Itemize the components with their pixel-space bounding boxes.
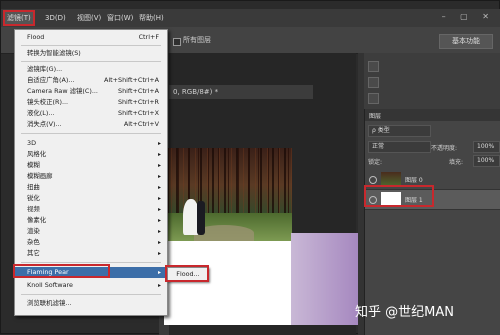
menu-help[interactable]: 帮助(H) xyxy=(137,12,166,24)
flood-submenu-highlight xyxy=(165,265,209,282)
submenu-arrow-icon: ▸ xyxy=(157,228,161,235)
all-layers-label: 所有图层 xyxy=(183,36,211,44)
menu-item-3d[interactable]: 3D ▸ xyxy=(15,138,167,149)
submenu-arrow-icon: ▸ xyxy=(157,151,161,158)
menu-item-filter-gallery[interactable]: 滤镜库(G)... xyxy=(15,64,167,75)
layer-filter-kind[interactable]: ρ 类型 xyxy=(368,125,431,137)
submenu-arrow-icon: ▸ xyxy=(157,206,161,213)
menu-item-knoll-software[interactable]: Knoll Software ▸ xyxy=(15,280,167,291)
menu-item-browse-online-filters[interactable]: 浏览联机滤镜... xyxy=(15,298,167,309)
menu-item-convert-smart-filter[interactable]: 转换为智能滤镜(S) xyxy=(15,48,167,59)
menu-item-vanishing-point[interactable]: 消失点(V)... Alt+Ctrl+V xyxy=(15,119,167,130)
submenu-arrow-icon: ▸ xyxy=(157,239,161,246)
submenu-arrow-icon: ▸ xyxy=(157,195,161,202)
menu-item-render[interactable]: 渲染 ▸ xyxy=(15,226,167,237)
menu-item-other[interactable]: 其它 ▸ xyxy=(15,248,167,259)
fill-label: 填充: xyxy=(449,159,464,166)
all-layers-checkbox[interactable] xyxy=(173,38,181,46)
photoshop-window: 滤镜(T) 3D(D) 视图(V) 窗口(W) 帮助(H) – ▢ ✕ 所有图层… xyxy=(0,0,500,335)
menu-filter[interactable]: 滤镜(T) xyxy=(3,10,35,26)
panel-icon[interactable] xyxy=(368,77,379,88)
window-controls[interactable]: – ▢ ✕ xyxy=(442,12,495,21)
lock-label: 锁定: xyxy=(368,159,383,166)
menu-view[interactable]: 视图(V) xyxy=(75,12,103,24)
menu-separator xyxy=(21,294,161,295)
menu-item-video[interactable]: 视频 ▸ xyxy=(15,204,167,215)
submenu-arrow-icon: ▸ xyxy=(157,173,161,180)
document-tab[interactable]: 0, RGB/8#) * xyxy=(169,85,313,99)
menu-3d[interactable]: 3D(D) xyxy=(43,12,68,24)
fill-value[interactable]: 100% xyxy=(473,155,500,167)
panel-icons-area xyxy=(364,53,500,109)
submenu-arrow-icon: ▸ xyxy=(157,162,161,169)
menu-item-blur-gallery[interactable]: 模糊画廊 ▸ xyxy=(15,171,167,182)
menu-item-adaptive-wide-angle[interactable]: 自适应广角(A)... Alt+Shift+Ctrl+A xyxy=(15,75,167,86)
menu-item-distort[interactable]: 扭曲 ▸ xyxy=(15,182,167,193)
watermark: 知乎 @世纪MAN xyxy=(355,305,454,320)
layer-name: 图层 0 xyxy=(405,177,423,184)
submenu-arrow-icon: ▸ xyxy=(157,269,161,276)
menu-item-stylize[interactable]: 风格化 ▸ xyxy=(15,149,167,160)
visibility-eye-icon[interactable] xyxy=(369,176,377,184)
menu-item-camera-raw[interactable]: Camera Raw 滤镜(C)... Shift+Ctrl+A xyxy=(15,86,167,97)
layers-panel-header: 图层 xyxy=(365,109,500,121)
menu-separator xyxy=(21,262,161,263)
menu-item-blur[interactable]: 模糊 ▸ xyxy=(15,160,167,171)
menu-item-last-filter[interactable]: Flood Ctrl+F xyxy=(15,32,167,43)
submenu-arrow-icon: ▸ xyxy=(157,140,161,147)
menu-separator xyxy=(21,45,161,46)
menu-item-sharpen[interactable]: 锐化 ▸ xyxy=(15,193,167,204)
submenu-arrow-icon: ▸ xyxy=(157,250,161,257)
panel-icon[interactable] xyxy=(368,93,379,104)
workspace-button[interactable]: 基本功能 xyxy=(439,34,493,49)
panel-icon[interactable] xyxy=(368,61,379,72)
menu-separator xyxy=(21,61,161,62)
menu-item-lens-correction[interactable]: 镜头校正(R)... Shift+Ctrl+R xyxy=(15,97,167,108)
tree-trunks-back xyxy=(164,148,292,214)
opacity-value[interactable]: 100% xyxy=(473,141,500,153)
menu-item-liquify[interactable]: 液化(L)... Shift+Ctrl+X xyxy=(15,108,167,119)
selected-layer-highlight xyxy=(364,185,434,207)
forest-photo xyxy=(164,148,292,241)
submenu-arrow-icon: ▸ xyxy=(157,217,161,224)
menu-item-noise[interactable]: 杂色 ▸ xyxy=(15,237,167,248)
groom-figure xyxy=(197,201,205,235)
opacity-label: 不透明度: xyxy=(431,145,458,152)
menu-separator xyxy=(21,133,161,134)
blend-mode-select[interactable]: 正常 xyxy=(368,141,431,153)
submenu-arrow-icon: ▸ xyxy=(157,282,161,289)
menu-window[interactable]: 窗口(W) xyxy=(105,12,135,24)
submenu-arrow-icon: ▸ xyxy=(157,184,161,191)
layers-panel-title[interactable]: 图层 xyxy=(369,111,381,120)
flaming-pear-highlight xyxy=(13,264,110,278)
menu-item-pixelate[interactable]: 像素化 ▸ xyxy=(15,215,167,226)
menu-bar: 滤镜(T) 3D(D) 视图(V) 窗口(W) 帮助(H) – ▢ ✕ xyxy=(1,9,500,28)
